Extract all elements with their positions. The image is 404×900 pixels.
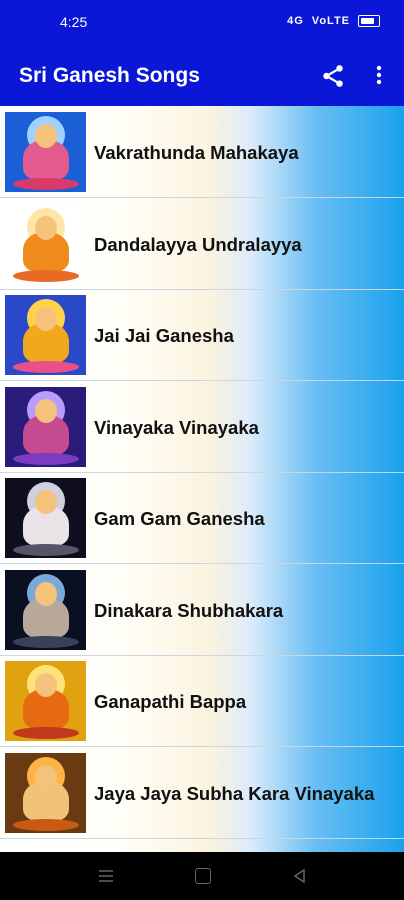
thumbnail-base [13, 361, 79, 373]
song-list-item[interactable]: Jai Jai Ganesha [0, 289, 404, 381]
ganesha-thumbnail-image [5, 661, 86, 741]
ganesha-thumbnail-image [5, 569, 86, 650]
song-list-item[interactable]: Jaya Jaya Subha Kara Vinayaka [0, 747, 404, 839]
ganesha-thumbnail-image [5, 752, 86, 833]
song-title: Vinayaka Vinayaka [94, 416, 259, 438]
song-list-item[interactable]: Dinakara Shubhakara [0, 564, 404, 656]
song-title: Jaya Jaya Subha Kara Vinayaka [94, 782, 375, 804]
song-title: Dinakara Shubhakara [94, 599, 284, 621]
song-list[interactable]: Vakrathunda Mahakaya Dandalayya Undralayy… [0, 106, 404, 852]
battery-icon [358, 15, 380, 27]
more-vert-icon[interactable] [370, 64, 388, 86]
thumbnail-head [35, 490, 57, 514]
thumbnail-base [13, 818, 79, 831]
ganesha-thumbnail-image [5, 386, 86, 467]
status-bar: 4:25 4G VoLTE [0, 0, 404, 44]
navigation-bar [0, 852, 404, 900]
song-title: Jai Jai Ganesha [94, 325, 234, 346]
recents-icon[interactable] [97, 869, 115, 883]
ganesha-thumbnail-image [5, 203, 86, 284]
status-icons: 4G VoLTE [287, 15, 380, 27]
ganesha-thumbnail-image [5, 295, 86, 375]
back-icon[interactable] [292, 868, 306, 884]
thumbnail-head [35, 673, 57, 697]
thumbnail-base [13, 269, 79, 282]
network-text: 4G [287, 15, 304, 27]
share-icon[interactable] [320, 63, 346, 89]
home-icon[interactable] [195, 868, 211, 884]
status-time: 4:25 [60, 14, 88, 30]
thumbnail-base [13, 727, 79, 739]
thumbnail-base [13, 635, 79, 648]
thumbnail-head [35, 215, 57, 240]
song-list-item[interactable]: Vakrathunda Mahakaya [0, 106, 404, 198]
ganesha-thumbnail-image [5, 112, 86, 192]
song-title: Dandalayya Undralayya [94, 233, 302, 255]
thumbnail-head [35, 124, 57, 148]
ganesha-thumbnail-image [5, 478, 86, 558]
wifi-text: VoLTE [311, 15, 350, 27]
song-list-item[interactable]: Ganapathi Bappa [0, 655, 404, 747]
song-list-item[interactable]: Dandalayya Undralayya [0, 198, 404, 290]
song-title: Gam Gam Ganesha [94, 508, 265, 529]
thumbnail-head [35, 764, 57, 789]
thumbnail-base [13, 178, 79, 190]
app-title: Sri Ganesh Songs [19, 64, 200, 87]
song-list-item[interactable]: Gam Gam Ganesha [0, 472, 404, 564]
thumbnail-head [35, 398, 57, 423]
app-bar: Sri Ganesh Songs [0, 44, 404, 106]
thumbnail-head [35, 307, 57, 331]
song-title: Vakrathunda Mahakaya [94, 142, 299, 163]
thumbnail-base [13, 544, 79, 556]
song-list-item[interactable]: Vinayaka Vinayaka [0, 381, 404, 473]
song-title: Ganapathi Bappa [94, 691, 247, 712]
thumbnail-head [35, 581, 57, 606]
thumbnail-base [13, 452, 79, 465]
